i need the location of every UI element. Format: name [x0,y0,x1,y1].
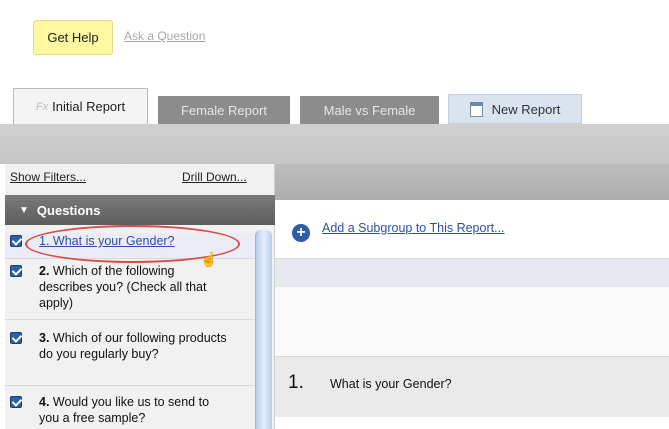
question-number: 1. [288,372,304,393]
question-title: What is your Gender? [330,377,452,391]
tab-male-vs-female[interactable]: Male vs Female [300,96,439,124]
checkbox-checked[interactable] [10,396,22,408]
questions-header-label: Questions [36,202,101,218]
tab-initial-report[interactable]: Fx Initial Report [13,88,148,124]
question-item[interactable]: 2. Which of the following describes you?… [5,263,255,320]
triangle-down-icon: ▼ [19,204,29,216]
checkbox-checked[interactable] [10,235,22,247]
fx-icon: Fx [35,100,49,113]
tab-label: Female Report [181,102,267,118]
question-label: 3. Which of our following products do yo… [39,331,227,361]
drill-down-link[interactable]: Drill Down... [182,170,247,184]
checkbox-checked[interactable] [10,332,22,344]
ask-question-link[interactable]: Ask a Question [124,29,205,43]
get-help-button[interactable]: Get Help [33,20,113,55]
show-filters-link[interactable]: Show Filters... [10,170,86,184]
report-header-band [275,164,669,200]
document-icon [469,101,483,117]
question-item[interactable]: 4. Would you like us to send to you a fr… [5,394,255,429]
question-label: 2. Which of the following describes you?… [39,264,207,310]
questions-header[interactable]: ▼ Questions [5,195,275,225]
checkbox-checked[interactable] [10,265,22,277]
question-item[interactable]: 3. Which of our following products do yo… [5,330,255,386]
tab-female-report[interactable]: Female Report [158,96,290,124]
add-circle-icon[interactable]: + [292,224,310,242]
hand-cursor-icon: ☝ [200,251,218,267]
tab-label: New Report [491,101,561,117]
tab-new-report[interactable]: New Report [448,94,582,124]
questions-scrollbar[interactable] [255,230,272,429]
tab-label: Male vs Female [323,102,416,118]
question-label: 4. Would you like us to send to you a fr… [39,395,210,425]
report-content-area [275,287,669,357]
subgroup-strip [275,258,669,288]
tab-label: Initial Report [52,99,126,114]
toolbar-band [0,124,669,164]
add-subgroup-link[interactable]: Add a Subgroup to This Report... [322,221,505,235]
